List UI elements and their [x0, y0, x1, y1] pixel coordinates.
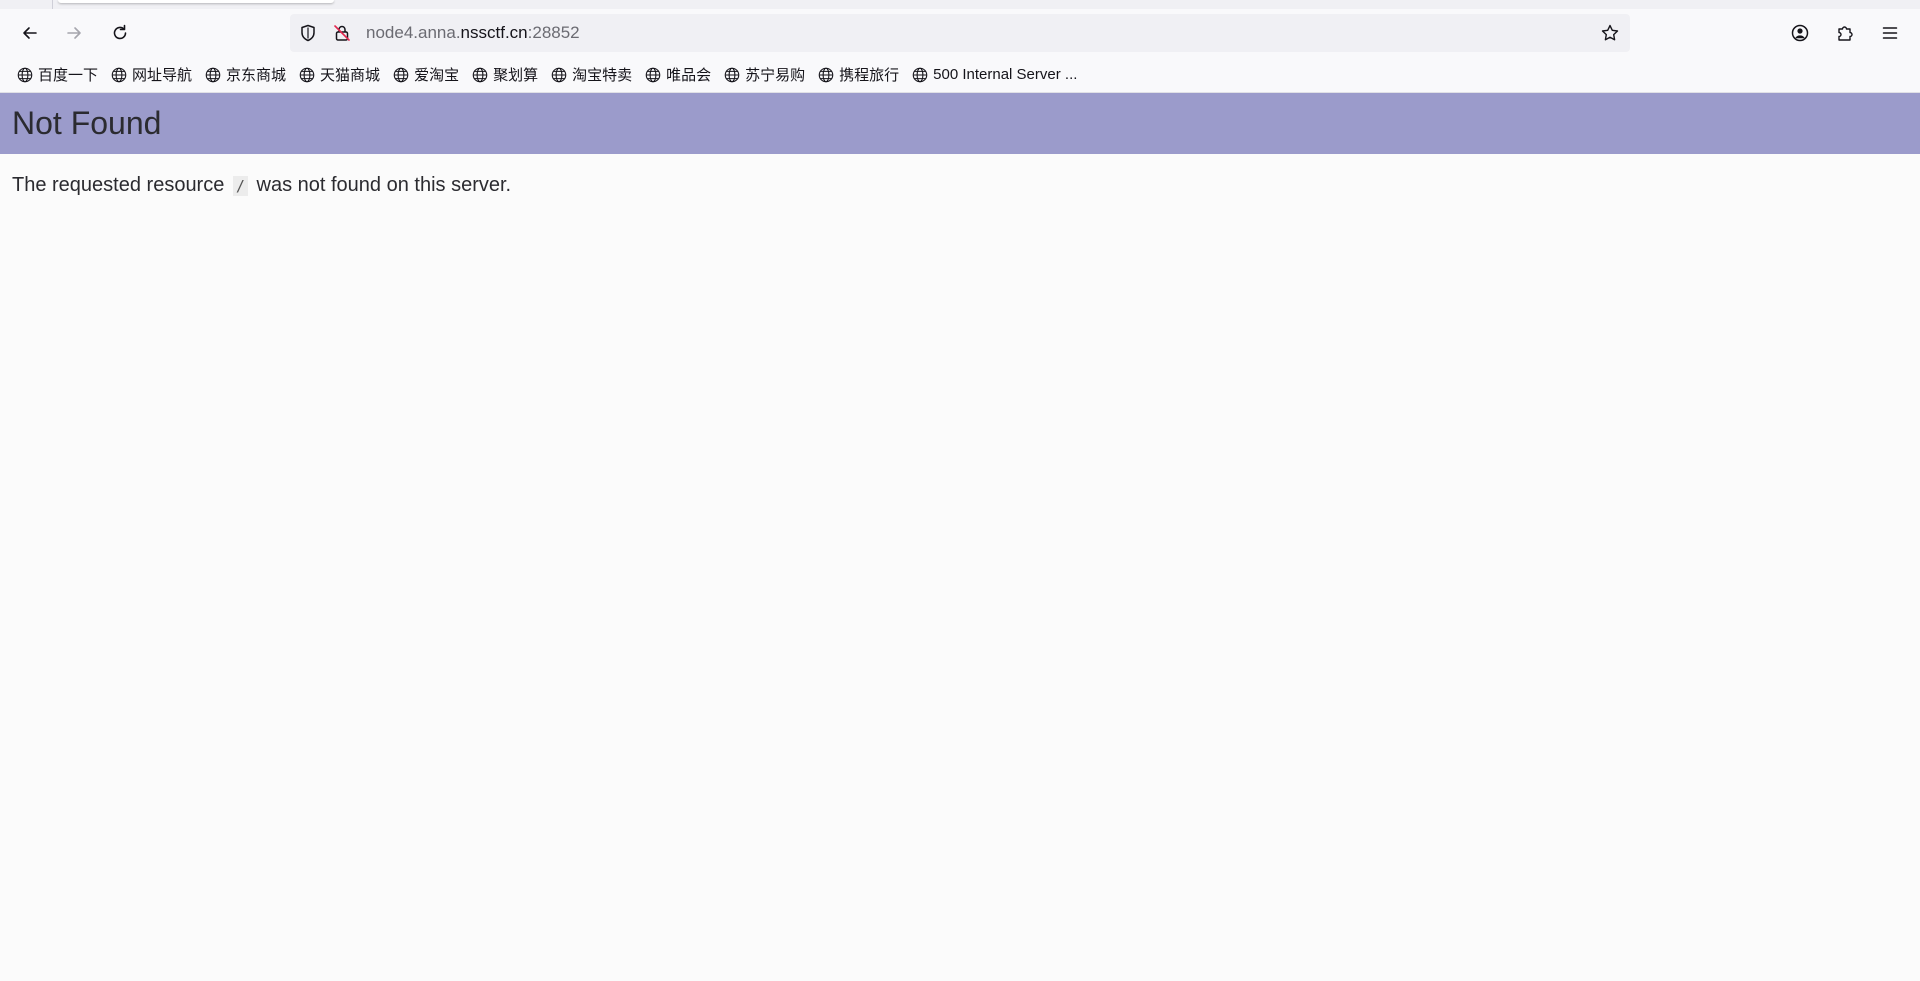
page-content: Not Found The requested resource / was n… [0, 93, 1920, 217]
bookmark-label: 网址导航 [132, 67, 193, 84]
bookmark-item[interactable]: 网址导航 [108, 61, 196, 89]
bookmark-item[interactable]: 天猫商城 [296, 61, 384, 89]
globe-icon [298, 66, 320, 84]
back-button[interactable] [14, 17, 46, 49]
page-header: Not Found [0, 93, 1920, 154]
bookmark-label: 苏宁易购 [745, 67, 806, 84]
globe-icon [550, 66, 572, 84]
url-port: :28852 [527, 23, 580, 42]
forward-button[interactable] [58, 17, 90, 49]
bookmark-item[interactable]: 500 Internal Server ... [909, 61, 1081, 89]
globe-icon [817, 66, 839, 84]
globe-icon [16, 66, 38, 84]
bookmark-label: 爱淘宝 [414, 67, 460, 84]
bookmark-item[interactable]: 京东商城 [202, 61, 290, 89]
bookmark-label: 唯品会 [666, 67, 712, 84]
bookmark-label: 京东商城 [226, 67, 287, 84]
back-arrow-icon [23, 27, 37, 39]
extensions-button[interactable] [1829, 17, 1861, 49]
bookmark-item[interactable]: 爱淘宝 [390, 61, 463, 89]
globe-icon [471, 66, 493, 84]
menu-button[interactable] [1874, 17, 1906, 49]
page-title: Not Found [12, 105, 162, 141]
bookmark-label: 聚划算 [493, 67, 539, 84]
insecure-lock-icon[interactable] [332, 23, 352, 43]
url-prefix: node4.anna. [366, 23, 461, 42]
bookmark-item[interactable]: 淘宝特卖 [548, 61, 636, 89]
address-bar[interactable]: node4.anna.nssctf.cn:28852 [290, 14, 1630, 52]
bookmark-label: 天猫商城 [320, 67, 381, 84]
bookmark-star-icon[interactable] [1600, 23, 1620, 43]
account-icon [1791, 24, 1809, 42]
url-domain: nssctf.cn [460, 23, 528, 42]
globe-icon [204, 66, 226, 84]
tab-separator [52, 0, 53, 9]
message-text-after: was not found on this server. [256, 174, 512, 196]
bookmark-item[interactable]: 聚划算 [469, 61, 542, 89]
active-tab[interactable] [58, 0, 334, 3]
forward-arrow-icon [67, 27, 81, 39]
bookmark-label: 携程旅行 [839, 67, 900, 84]
puzzle-icon [1838, 26, 1853, 41]
message-text-before: The requested resource [12, 174, 225, 196]
bookmark-label: 500 Internal Server ... [933, 66, 1078, 83]
reload-button[interactable] [104, 17, 136, 49]
page-message: The requested resource / was not found o… [0, 154, 1920, 217]
globe-icon [911, 66, 933, 84]
globe-icon [723, 66, 745, 84]
shield-icon[interactable] [298, 23, 318, 43]
reload-icon [113, 24, 127, 40]
globe-icon [110, 66, 132, 84]
url-text[interactable]: node4.anna.nssctf.cn:28852 [366, 14, 580, 52]
globe-icon [644, 66, 666, 84]
account-button[interactable] [1784, 17, 1816, 49]
hamburger-menu-icon [1882, 27, 1898, 39]
bookmark-item[interactable]: 百度一下 [14, 61, 102, 89]
bookmark-item[interactable]: 携程旅行 [815, 61, 903, 89]
resource-path: / [232, 176, 248, 196]
bookmark-label: 淘宝特卖 [572, 67, 633, 84]
navigation-toolbar: node4.anna.nssctf.cn:28852 [0, 9, 1920, 57]
bookmark-item[interactable]: 唯品会 [642, 61, 715, 89]
bookmarks-toolbar: 百度一下 网址导航 京东商城 天猫商城 爱淘宝 聚划算 淘宝特卖 唯品会 苏宁易购 携程旅行 500… [0, 57, 1920, 93]
globe-icon [392, 66, 414, 84]
bookmark-item[interactable]: 苏宁易购 [721, 61, 809, 89]
tab-strip [0, 0, 1920, 9]
bookmark-label: 百度一下 [38, 67, 99, 84]
